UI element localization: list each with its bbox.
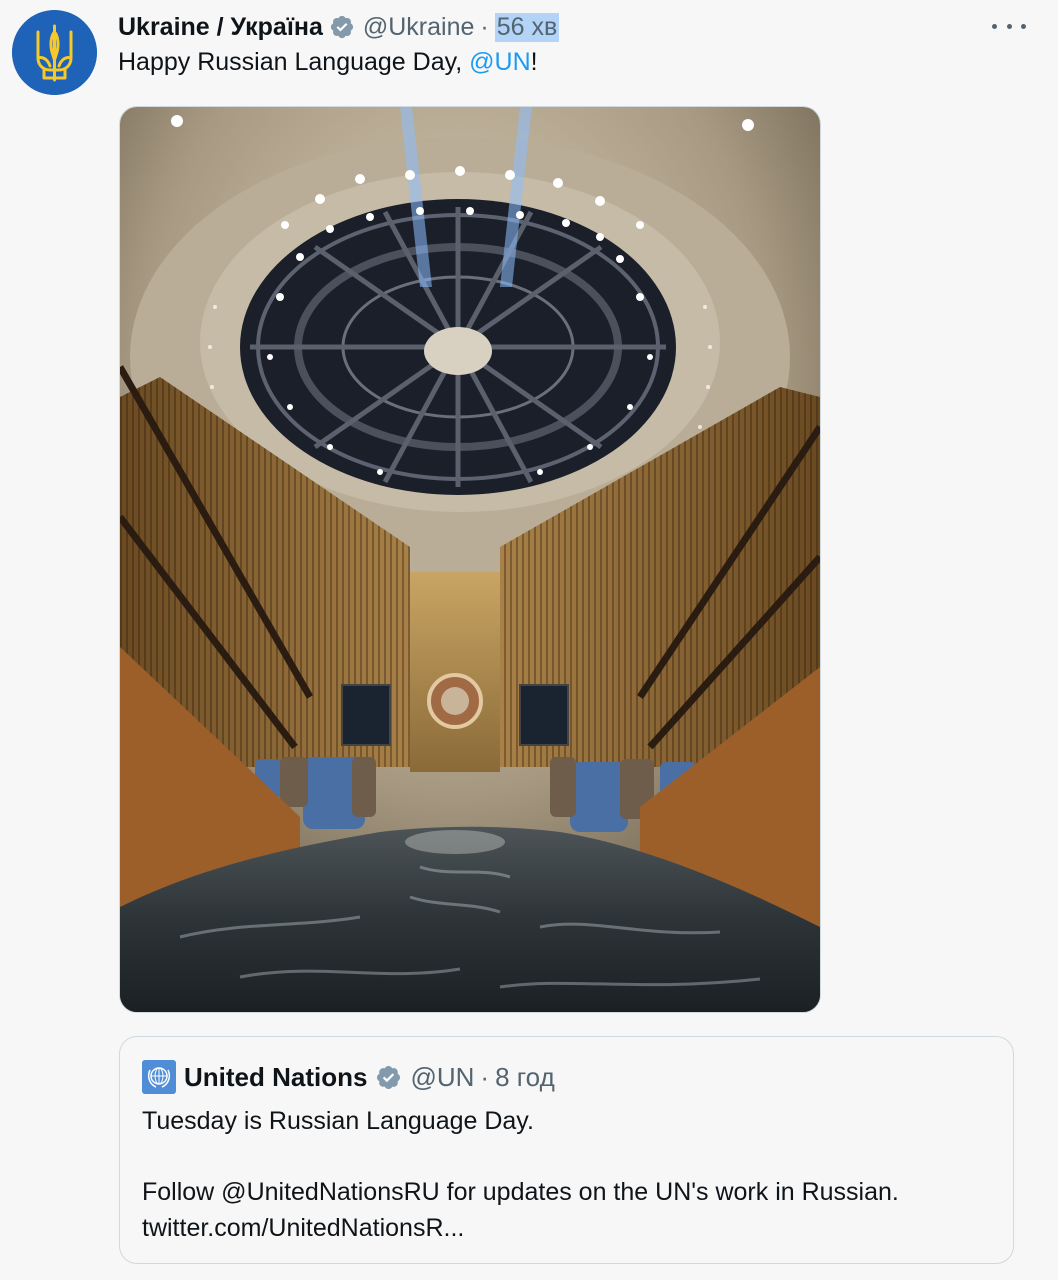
quoted-tweet-text: Tuesday is Russian Language Day. Follow … [142,1103,899,1246]
tweet-media-image[interactable] [119,106,821,1013]
tweet[interactable]: Ukraine / Україна @Ukraine · 56 хв Happy… [0,0,1058,1280]
verified-badge-icon [377,1065,401,1089]
quoted-link: twitter.com/UnitedNationsR... [142,1214,465,1242]
separator-dot: · [480,1061,490,1092]
quoted-tweet-header: United Nations @UN · 8 год [142,1059,555,1095]
verified-badge-icon[interactable] [329,14,355,40]
quoted-tweet-card[interactable]: United Nations @UN · 8 год Tuesday is Ru… [119,1036,1014,1264]
separator-dot: · [480,12,489,41]
un-logo-icon[interactable] [142,1060,176,1094]
quoted-line-1: Tuesday is Russian Language Day. [142,1107,534,1135]
mention-link[interactable]: @UN [469,48,531,76]
tweet-header: Ukraine / Україна @Ukraine · 56 хв [118,10,560,44]
quoted-timestamp: 8 год [495,1061,555,1092]
trident-icon [12,10,97,95]
quoted-handle: @UN [410,1061,475,1092]
quoted-line-2: Follow @UnitedNationsRU for updates on t… [142,1178,899,1206]
more-options-icon[interactable] [992,14,1026,38]
avatar[interactable] [12,10,97,95]
timestamp[interactable]: 56 хв [494,12,560,42]
display-name[interactable]: Ukraine / Україна [118,13,323,42]
tweet-text-before: Happy Russian Language Day, [118,48,470,76]
handle[interactable]: @Ukraine [363,13,475,42]
tweet-text: Happy Russian Language Day, @UN! [118,48,538,77]
quoted-display-name: United Nations [184,1061,368,1092]
tweet-text-after: ! [530,48,538,76]
general-assembly-hall-image [120,107,820,1012]
